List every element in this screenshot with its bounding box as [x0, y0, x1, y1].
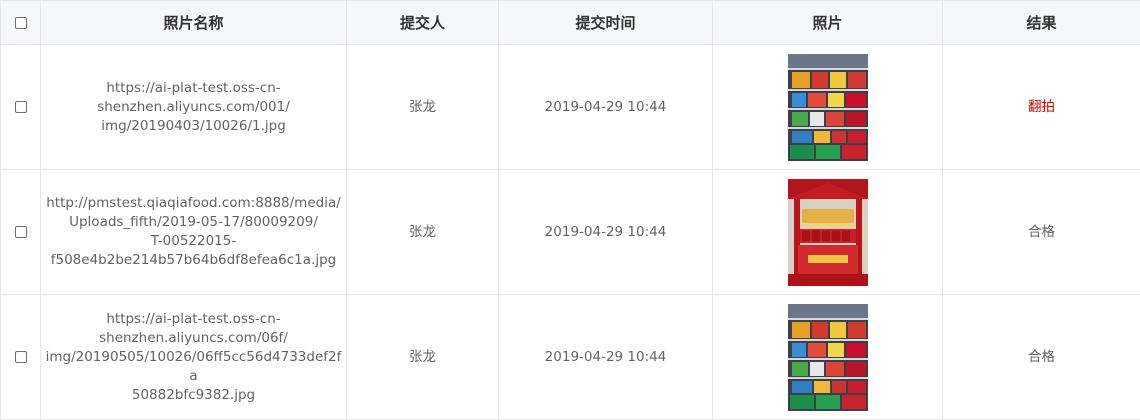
result-cell: 合格	[943, 170, 1140, 295]
row-checkbox[interactable]	[15, 101, 27, 113]
submitter-cell: 张龙	[347, 295, 499, 420]
photo-name-line: shenzhen.aliyuncs.com/06f/	[99, 330, 288, 346]
store-shelf-photo[interactable]	[788, 54, 868, 161]
photo-name-line: https://ai-plat-test.oss-cn-	[106, 80, 280, 96]
submit-time-cell: 2019-04-29 10:44	[499, 295, 713, 420]
red-display-stand-photo[interactable]	[788, 179, 868, 286]
row-select-cell	[1, 295, 41, 420]
photo-cell	[713, 295, 943, 420]
photo-name-link[interactable]: https://ai-plat-test.oss-cn- shenzhen.al…	[93, 79, 294, 136]
photo-name-line: https://ai-plat-test.oss-cn-	[106, 311, 280, 327]
row-checkbox[interactable]	[15, 226, 27, 238]
submit-time-cell: 2019-04-29 10:44	[499, 45, 713, 170]
photo-name-line: http://pmstest.qiaqiafood.com:8888/media…	[46, 195, 341, 211]
photo-name-line: f508e4b2be214b57b64b6df8efea6c1a.jpg	[51, 252, 336, 268]
photo-name-link[interactable]: http://pmstest.qiaqiafood.com:8888/media…	[42, 194, 345, 270]
photo-name-line: img/20190403/10026/1.jpg	[101, 118, 286, 134]
column-header-submitter[interactable]: 提交人	[347, 1, 499, 45]
photo-name-link[interactable]: https://ai-plat-test.oss-cn- shenzhen.al…	[41, 310, 346, 405]
submit-time-cell: 2019-04-29 10:44	[499, 170, 713, 295]
row-select-cell	[1, 170, 41, 295]
table-row: https://ai-plat-test.oss-cn- shenzhen.al…	[1, 45, 1140, 170]
photo-cell	[713, 170, 943, 295]
photo-name-line: Uploads_fifth/2019-05-17/80009209/	[69, 214, 318, 230]
result-cell: 合格	[943, 295, 1140, 420]
result-status: 合格	[1028, 224, 1055, 240]
submitter-cell: 张龙	[347, 170, 499, 295]
photo-name-line: T-00522015-	[151, 233, 236, 249]
select-all-cell	[1, 1, 41, 45]
photo-name-cell: https://ai-plat-test.oss-cn- shenzhen.al…	[41, 45, 347, 170]
table-row: http://pmstest.qiaqiafood.com:8888/media…	[1, 170, 1140, 295]
result-status: 翻拍	[1028, 99, 1055, 115]
select-all-checkbox[interactable]	[15, 17, 27, 29]
photo-name-line: shenzhen.aliyuncs.com/001/	[97, 99, 290, 115]
photo-name-line: img/20190505/10026/06ff5cc56d4733def2fa	[46, 349, 342, 384]
row-select-cell	[1, 45, 41, 170]
photo-name-cell: https://ai-plat-test.oss-cn- shenzhen.al…	[41, 295, 347, 420]
column-header-photo[interactable]: 照片	[713, 1, 943, 45]
column-header-name[interactable]: 照片名称	[41, 1, 347, 45]
table-row: https://ai-plat-test.oss-cn- shenzhen.al…	[1, 295, 1140, 420]
store-shelf-photo[interactable]	[788, 304, 868, 411]
submitter-cell: 张龙	[347, 45, 499, 170]
column-header-result[interactable]: 结果	[943, 1, 1140, 45]
column-header-time[interactable]: 提交时间	[499, 1, 713, 45]
photo-name-cell: http://pmstest.qiaqiafood.com:8888/media…	[41, 170, 347, 295]
row-checkbox[interactable]	[15, 351, 27, 363]
result-status: 合格	[1028, 349, 1055, 365]
photo-cell	[713, 45, 943, 170]
results-table: 照片名称 提交人 提交时间 照片 结果 https://ai-plat-test…	[0, 0, 1140, 420]
table-header-row: 照片名称 提交人 提交时间 照片 结果	[1, 1, 1140, 45]
photo-name-line: 50882bfc9382.jpg	[132, 387, 255, 403]
result-cell: 翻拍	[943, 45, 1140, 170]
